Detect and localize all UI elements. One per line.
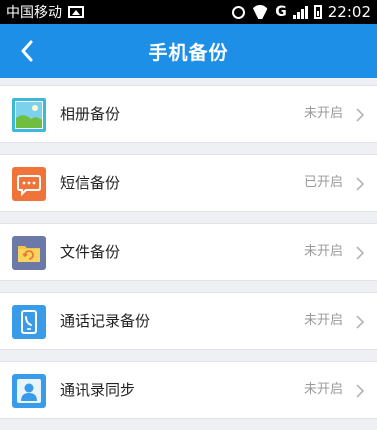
- page-title: 手机备份: [148, 41, 229, 64]
- chevron-right-icon: [356, 108, 365, 122]
- contacts-icon: [12, 374, 46, 408]
- backup-list: 相册备份 未开启 短信备份 已开启 文件备份 未开启 通话记录备份 未开启 通讯…: [0, 85, 377, 430]
- list-item-label: 通话记录备份: [60, 312, 151, 330]
- status-text: 未开启: [303, 244, 343, 259]
- chevron-right-icon: [356, 384, 365, 398]
- network-type-label: G: [275, 4, 287, 20]
- call-log-icon: [12, 305, 46, 339]
- back-button[interactable]: [10, 34, 44, 68]
- back-arrow-icon: [21, 40, 33, 62]
- wifi-icon: [251, 5, 269, 19]
- photo-album-icon: [12, 98, 46, 132]
- chevron-right-icon: [356, 246, 365, 260]
- list-item-label: 相册备份: [60, 105, 121, 123]
- status-text: 未开启: [303, 106, 343, 121]
- chevron-right-icon: [356, 315, 365, 329]
- list-item-label: 文件备份: [60, 243, 121, 261]
- sms-icon: [12, 167, 46, 201]
- list-item-label: 短信备份: [60, 174, 121, 192]
- list-item-photo-backup[interactable]: 相册备份 未开启: [0, 85, 377, 143]
- app-header: 手机备份: [0, 24, 377, 78]
- list-item-file-backup[interactable]: 文件备份 未开启: [0, 223, 377, 281]
- status-text: 未开启: [303, 313, 343, 328]
- status-bar: 中国移动 G 22:02: [0, 0, 377, 24]
- chevron-right-icon: [356, 177, 365, 191]
- alarm-icon: [232, 5, 246, 19]
- battery-icon: [313, 5, 322, 19]
- status-text: 已开启: [303, 175, 343, 190]
- clock: 22:02: [327, 3, 371, 21]
- list-item-call-log-backup[interactable]: 通话记录备份 未开启: [0, 292, 377, 350]
- status-bar-left: 中国移动: [6, 2, 84, 22]
- signal-icon: [292, 5, 308, 19]
- carrier-label: 中国移动: [6, 5, 62, 21]
- list-item-contacts-sync[interactable]: 通讯录同步 未开启: [0, 361, 377, 419]
- list-item-sms-backup[interactable]: 短信备份 已开启: [0, 154, 377, 212]
- list-item-label: 通讯录同步: [60, 381, 136, 399]
- gallery-notification-icon: [68, 6, 84, 18]
- status-text: 未开启: [303, 382, 343, 397]
- status-bar-right: G 22:02: [232, 3, 371, 21]
- folder-icon: [12, 236, 46, 270]
